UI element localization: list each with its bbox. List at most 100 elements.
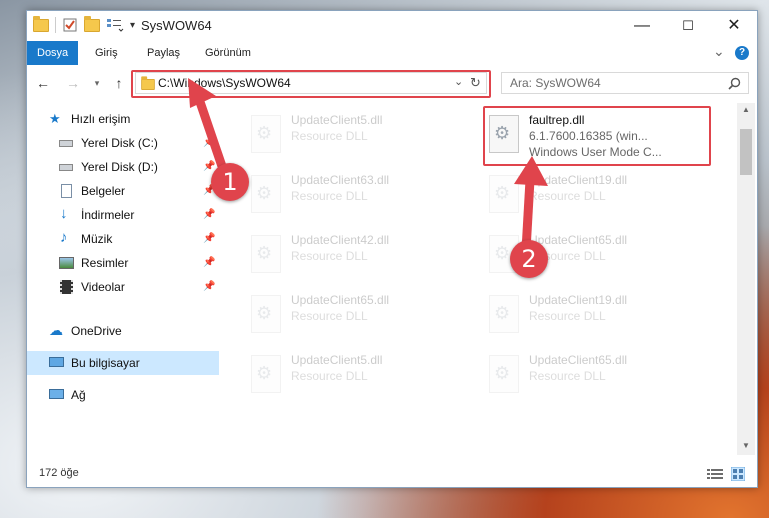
- gear-icon: ⚙: [256, 363, 273, 383]
- minimize-button[interactable]: —: [619, 11, 665, 41]
- sidebar-item-label: Resimler: [81, 256, 129, 270]
- close-button[interactable]: ✕: [711, 11, 757, 41]
- qat-dropdown-icon[interactable]: ▾: [130, 20, 135, 31]
- pictures-icon: [59, 257, 74, 269]
- window-title: SysWOW64: [141, 18, 212, 33]
- computer-icon: [49, 357, 64, 367]
- sidebar-item-network[interactable]: Ağ: [27, 383, 219, 407]
- file-name: UpdateClient65.dll: [529, 353, 628, 367]
- sidebar-item-label: Videolar: [81, 280, 125, 294]
- customize-icon[interactable]: [106, 17, 124, 33]
- file-type: Resource DLL: [291, 129, 368, 143]
- sidebar-item-label: Yerel Disk (D:): [81, 160, 158, 174]
- pin-icon: 📌: [203, 209, 216, 220]
- back-button[interactable]: ←: [33, 73, 53, 93]
- file-tile[interactable]: ⚙ UpdateClient65.dll Resource DLL: [481, 349, 711, 407]
- star-icon: ★: [49, 111, 61, 126]
- pin-icon: 📌: [203, 281, 216, 292]
- sidebar-item-resimler[interactable]: Resimler 📌: [27, 251, 219, 275]
- file-name: UpdateClient5.dll: [291, 113, 383, 127]
- file-type: Resource DLL: [291, 249, 368, 263]
- tab-gorunum[interactable]: Görünüm: [195, 41, 261, 65]
- sidebar-item-label: Ağ: [71, 388, 86, 402]
- file-type: Resource DLL: [291, 189, 368, 203]
- sidebar-item-label: Belgeler: [81, 184, 126, 198]
- tiles-view-icon[interactable]: [731, 467, 745, 481]
- dll-file-icon: ⚙: [251, 355, 281, 393]
- music-icon: ♪: [60, 229, 68, 246]
- file-name: UpdateClient19.dll: [529, 293, 628, 307]
- dll-file-icon: ⚙: [489, 295, 519, 333]
- tab-paylas[interactable]: Paylaş: [137, 41, 190, 65]
- sidebar-item-onedrive[interactable]: ☁ OneDrive: [27, 319, 219, 343]
- step-1-badge: 1: [211, 163, 249, 201]
- sidebar-item-this-pc[interactable]: Bu bilgisayar: [27, 351, 219, 375]
- file-type: Resource DLL: [291, 309, 368, 323]
- file-type: Resource DLL: [529, 369, 606, 383]
- step-2-badge: 2: [510, 240, 548, 278]
- scroll-up-icon[interactable]: ▲: [742, 105, 750, 114]
- file-tile[interactable]: ⚙ UpdateClient63.dll Resource DLL: [243, 169, 473, 227]
- sidebar-item-label: OneDrive: [71, 324, 122, 338]
- help-icon[interactable]: ?: [735, 46, 749, 60]
- file-name: UpdateClient42.dll: [291, 233, 390, 247]
- scroll-down-icon[interactable]: ▼: [742, 441, 750, 450]
- properties-icon[interactable]: [62, 17, 78, 33]
- maximize-button[interactable]: ☐: [665, 11, 711, 41]
- pin-icon: 📌: [203, 233, 216, 244]
- gear-icon: ⚙: [256, 303, 273, 323]
- sidebar-item-label: Bu bilgisayar: [71, 356, 140, 370]
- sidebar-item-label: Müzik: [81, 232, 113, 246]
- dll-file-icon: ⚙: [251, 295, 281, 333]
- quick-access-toolbar: ▾: [33, 15, 135, 33]
- sidebar-item-videolar[interactable]: Videolar 📌: [27, 275, 219, 299]
- ribbon-expand-icon[interactable]: ⌄: [713, 43, 725, 60]
- drive-icon: [59, 140, 73, 147]
- recent-locations-icon[interactable]: ▾: [87, 73, 107, 93]
- gear-icon: ⚙: [494, 363, 511, 383]
- file-tile[interactable]: ⚙ UpdateClient5.dll Resource DLL: [243, 109, 473, 167]
- scrollbar-thumb[interactable]: [740, 129, 752, 175]
- search-input[interactable]: Ara: SysWOW64: [501, 72, 749, 94]
- sidebar-item-indirmeler[interactable]: ↓ İndirmeler 📌: [27, 203, 219, 227]
- drive-icon: [59, 164, 73, 171]
- search-icon[interactable]: [728, 77, 741, 90]
- gear-icon: ⚙: [494, 303, 511, 323]
- documents-icon: [61, 184, 72, 198]
- tab-dosya[interactable]: Dosya: [27, 41, 79, 65]
- file-tile[interactable]: ⚙ UpdateClient5.dll Resource DLL: [243, 349, 473, 407]
- network-icon: [49, 389, 64, 399]
- vertical-scrollbar[interactable]: ▲ ▼: [737, 103, 755, 455]
- tab-giris[interactable]: Giriş: [85, 41, 128, 65]
- details-view-icon[interactable]: [707, 468, 723, 480]
- pin-icon: 📌: [203, 257, 216, 268]
- file-tile[interactable]: ⚙ UpdateClient19.dll Resource DLL: [481, 289, 711, 347]
- file-tile[interactable]: ⚙ UpdateClient42.dll Resource DLL: [243, 229, 473, 287]
- dll-file-icon: ⚙: [251, 235, 281, 273]
- item-count: 172 öğe: [39, 467, 79, 479]
- up-button[interactable]: ↑: [109, 73, 129, 93]
- ribbon-tabs: Dosya Giriş Paylaş Görünüm ⌄ ?: [27, 41, 757, 65]
- file-tile[interactable]: ⚙ UpdateClient65.dll Resource DLL: [243, 289, 473, 347]
- file-name: UpdateClient5.dll: [291, 353, 383, 367]
- folder-icon: [33, 15, 49, 32]
- sidebar-item-label: İndirmeler: [81, 208, 135, 222]
- file-name: UpdateClient63.dll: [291, 173, 390, 187]
- file-name: UpdateClient65.dll: [291, 293, 390, 307]
- cloud-icon: ☁: [49, 322, 63, 338]
- forward-button[interactable]: →: [63, 73, 83, 93]
- search-placeholder: Ara: SysWOW64: [510, 76, 601, 90]
- file-type: Resource DLL: [291, 369, 368, 383]
- new-folder-icon[interactable]: [84, 15, 100, 32]
- title-bar: ▾ SysWOW64 — ☐ ✕: [27, 11, 757, 41]
- sidebar-item-label: Yerel Disk (C:): [81, 136, 158, 150]
- file-explorer-window: ▾ SysWOW64 — ☐ ✕ Dosya Giriş Paylaş Görü…: [26, 10, 758, 488]
- file-type: Resource DLL: [529, 309, 606, 323]
- videos-icon: [60, 280, 73, 294]
- status-bar: 172 öğe: [27, 463, 757, 485]
- downloads-icon: ↓: [60, 205, 68, 222]
- sidebar-item-muzik[interactable]: ♪ Müzik 📌: [27, 227, 219, 251]
- gear-icon: ⚙: [256, 243, 273, 263]
- sidebar-item-label: Hızlı erişim: [71, 112, 131, 126]
- dll-file-icon: ⚙: [489, 355, 519, 393]
